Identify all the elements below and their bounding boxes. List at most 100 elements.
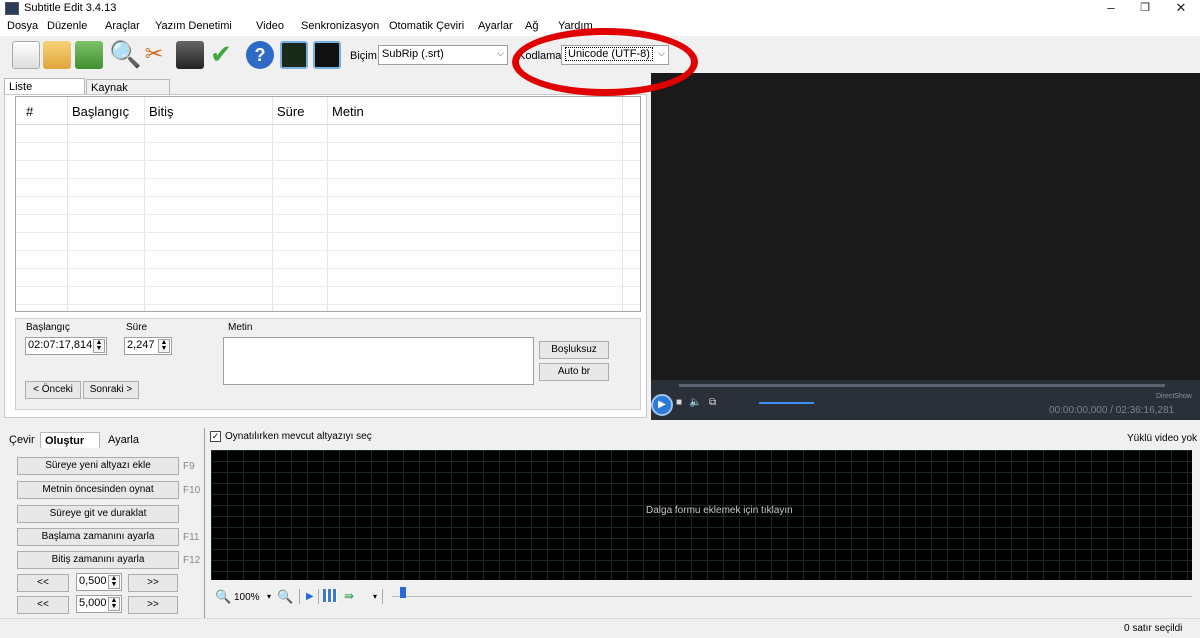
- edit-panel: Başlangıç Süre Metin 02:07:17,814 ▲ ▼ 2,2…: [15, 318, 641, 410]
- replace-icon[interactable]: ✂: [140, 41, 168, 69]
- video-time: 00:00:00,000 / 02:36:16,281: [1049, 405, 1175, 416]
- spectrogram-icon[interactable]: [323, 589, 337, 602]
- toolbar-divider: [382, 589, 383, 604]
- column-header-number[interactable]: #: [26, 104, 33, 119]
- start-time-value: 02:07:17,814: [28, 339, 93, 351]
- spinner-icon[interactable]: ▲ ▼: [158, 339, 170, 353]
- chevron-down-icon[interactable]: ▾: [267, 592, 271, 601]
- position-track[interactable]: [392, 596, 1192, 597]
- toolbar-divider: [299, 589, 300, 604]
- column-header-text[interactable]: Metin: [332, 104, 364, 119]
- spinner-icon[interactable]: ▲ ▼: [93, 339, 105, 353]
- text-label: Metin: [228, 322, 253, 333]
- duration-input[interactable]: 2,247 ▲ ▼: [124, 337, 172, 355]
- format-value: SubRip (.srt): [382, 48, 444, 60]
- tab-translate[interactable]: Çevir: [5, 432, 45, 448]
- step-input-1[interactable]: 0,500 ▲ ▼: [76, 573, 122, 591]
- shortcut-f11: F11: [183, 532, 200, 543]
- position-slider-thumb[interactable]: [400, 587, 406, 598]
- step-forward-button-1[interactable]: >>: [128, 574, 178, 592]
- menu-network[interactable]: Ağ: [525, 20, 538, 32]
- play-icon[interactable]: ▶: [651, 394, 673, 416]
- zoom-in-icon[interactable]: 🔍: [277, 589, 293, 605]
- zoom-value[interactable]: 100%: [234, 592, 260, 603]
- menu-auto-translate[interactable]: Otomatik Çeviri: [389, 20, 464, 32]
- shortcut-f10: F10: [183, 485, 201, 496]
- stop-icon[interactable]: ■: [676, 397, 682, 408]
- menu-sync[interactable]: Senkronizasyon: [301, 20, 379, 32]
- column-header-end[interactable]: Bitiş: [149, 104, 174, 119]
- play-from-before-button[interactable]: Metnin öncesinden oynat: [17, 481, 179, 499]
- step-value-1: 0,500: [79, 575, 107, 587]
- volume-bar[interactable]: [759, 402, 814, 404]
- new-file-icon[interactable]: [12, 41, 40, 69]
- unbreak-button[interactable]: Boşluksuz: [539, 341, 609, 359]
- goto-and-pause-button[interactable]: Süreye git ve duraklat: [17, 505, 179, 523]
- spinner-icon[interactable]: ▲ ▼: [108, 597, 120, 611]
- close-button[interactable]: ✕: [1166, 0, 1196, 18]
- step-input-2[interactable]: 5,000 ▲ ▼: [76, 595, 122, 613]
- tab-source-view[interactable]: Kaynak görünümü: [86, 79, 170, 106]
- waveform-area[interactable]: Dalga formu eklemek için tıklayın: [211, 450, 1192, 580]
- fullscreen-icon[interactable]: ⧉: [709, 397, 716, 408]
- column-header-duration[interactable]: Süre: [277, 104, 304, 119]
- play-selection-icon[interactable]: ▶: [306, 591, 314, 602]
- start-label: Başlangıç: [26, 322, 70, 333]
- help-icon[interactable]: ?: [246, 41, 274, 69]
- column-header-start[interactable]: Başlangıç: [72, 104, 129, 119]
- shortcut-f9: F9: [183, 461, 195, 472]
- subtitle-table[interactable]: # Başlangıç Bitiş Süre Metin: [15, 96, 641, 312]
- step-forward-button-2[interactable]: >>: [128, 596, 178, 614]
- panel-divider: [204, 428, 205, 618]
- tab-create[interactable]: Oluştur: [40, 432, 100, 448]
- save-icon[interactable]: [75, 41, 103, 69]
- app-icon: [5, 2, 19, 15]
- player-brand: DirectShow: [1156, 393, 1192, 400]
- video-toggle-icon[interactable]: [313, 41, 341, 69]
- status-bar: 0 satır seçildi: [0, 618, 1200, 638]
- select-current-label: Oynatılırken mevcut altyazıyı seç: [225, 431, 372, 442]
- chevron-down-icon: ⌵: [497, 48, 504, 58]
- shortcut-f12: F12: [183, 555, 201, 566]
- step-value-2: 5,000: [79, 597, 107, 609]
- waveform-toggle-icon[interactable]: [280, 41, 308, 69]
- auto-br-button[interactable]: Auto br: [539, 363, 609, 381]
- waveform-hint: Dalga formu eklemek için tıklayın: [646, 505, 793, 516]
- spellcheck-icon[interactable]: ✔: [207, 41, 235, 69]
- set-end-time-button[interactable]: Bitiş zamanını ayarla: [17, 551, 179, 569]
- menu-file[interactable]: Dosya: [7, 20, 38, 32]
- insert-at-time-button[interactable]: Süreye yeni altyazı ekle: [17, 457, 179, 475]
- start-time-input[interactable]: 02:07:17,814 ▲ ▼: [25, 337, 107, 355]
- menu-tools[interactable]: Araçlar: [105, 20, 140, 32]
- title-bar: Subtitle Edit 3.4.13 – ❐ ✕: [0, 0, 1200, 18]
- find-icon[interactable]: 🔍: [109, 41, 141, 69]
- select-current-checkbox[interactable]: ✓: [210, 431, 221, 442]
- chevron-down-icon[interactable]: ▾: [373, 592, 377, 601]
- menu-video[interactable]: Video: [256, 20, 284, 32]
- previous-button[interactable]: < Önceki: [25, 381, 81, 399]
- set-start-time-button[interactable]: Başlama zamanını ayarla: [17, 528, 179, 546]
- tab-list-view[interactable]: Liste görünümü: [4, 78, 85, 105]
- minimize-button[interactable]: –: [1096, 0, 1126, 18]
- open-folder-icon[interactable]: [43, 41, 71, 69]
- step-back-button-1[interactable]: <<: [17, 574, 69, 592]
- step-back-button-2[interactable]: <<: [17, 596, 69, 614]
- seek-bar[interactable]: [679, 384, 1165, 387]
- tab-adjust[interactable]: Ayarla: [104, 432, 142, 448]
- video-loaded-status: Yüklü video yok: [1127, 433, 1198, 444]
- video-player[interactable]: [651, 73, 1200, 420]
- double-arrow-icon[interactable]: ⇛: [344, 589, 354, 603]
- format-select[interactable]: SubRip (.srt) ⌵: [378, 45, 508, 65]
- selection-status: 0 satır seçildi: [1124, 623, 1183, 634]
- menu-options[interactable]: Ayarlar: [478, 20, 513, 32]
- menu-spellcheck[interactable]: Yazım Denetimi: [155, 20, 232, 32]
- next-button[interactable]: Sonraki >: [83, 381, 139, 399]
- visual-sync-icon[interactable]: [176, 41, 204, 69]
- spinner-icon[interactable]: ▲ ▼: [108, 575, 120, 589]
- volume-icon[interactable]: 🔈: [689, 397, 701, 408]
- menu-edit[interactable]: Düzenle: [47, 20, 87, 32]
- zoom-out-icon[interactable]: 🔍: [215, 589, 231, 605]
- duration-label: Süre: [126, 322, 148, 333]
- subtitle-text-input[interactable]: [223, 337, 534, 385]
- maximize-button[interactable]: ❐: [1130, 0, 1160, 18]
